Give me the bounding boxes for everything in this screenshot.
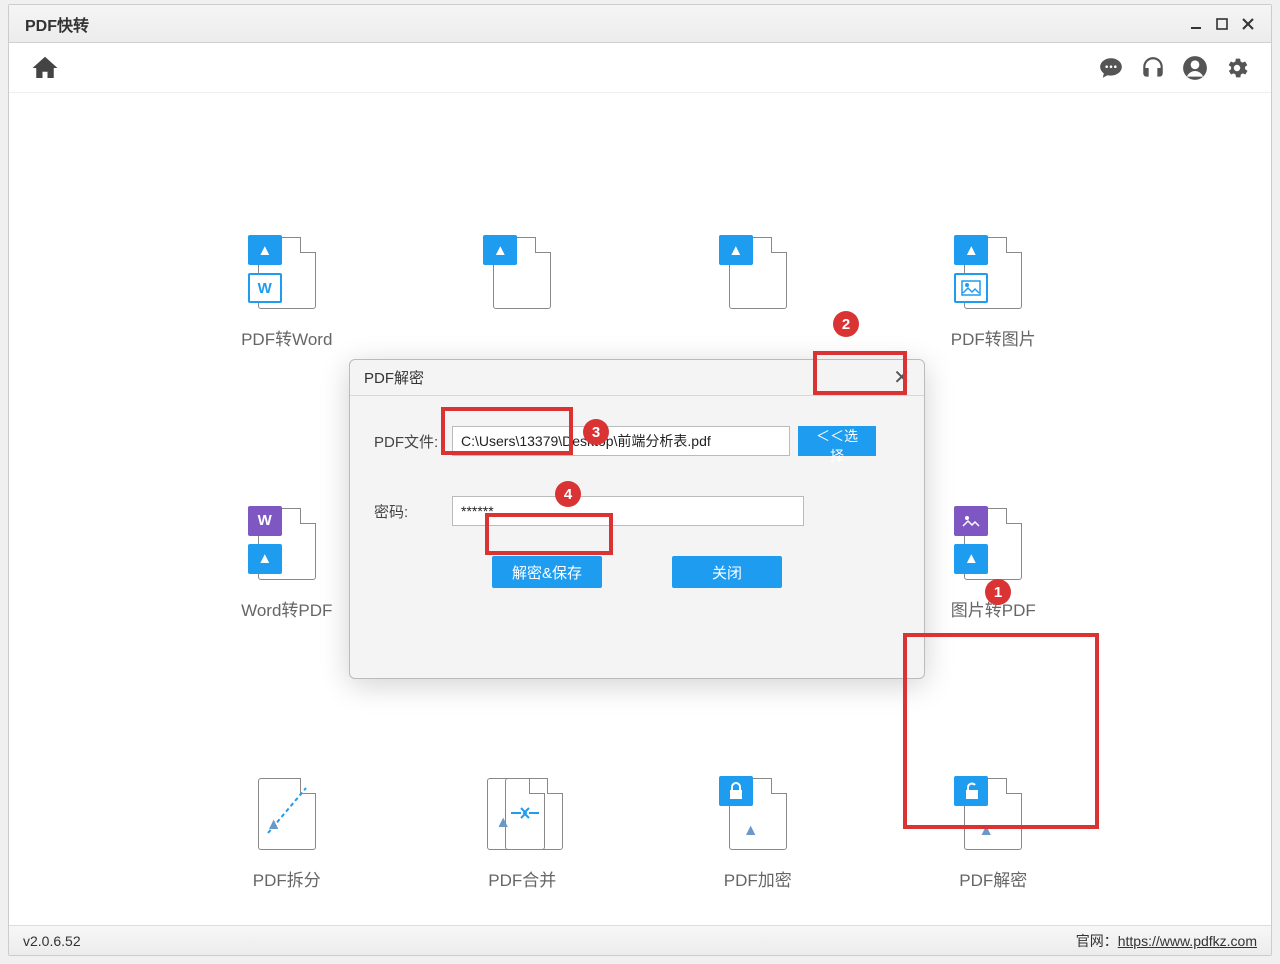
feature-label: PDF转Word xyxy=(241,325,332,350)
headphones-icon[interactable] xyxy=(1137,52,1169,84)
decrypt-save-button[interactable]: 解密&保存 xyxy=(492,556,602,588)
pdf-to-image-icon: ▲ xyxy=(958,233,1028,313)
toolbar xyxy=(9,43,1271,93)
site-label: 官网： xyxy=(1076,931,1118,951)
app-window: PDF快转 ▲W PDF转Word ▲ ▲ xyxy=(8,4,1272,956)
feature-label: Word转PDF xyxy=(241,596,332,621)
password-input[interactable] xyxy=(452,496,804,526)
feature-pdf-merge[interactable]: ▲ PDF合并 xyxy=(405,774,641,925)
pdf-to-word-icon: ▲W xyxy=(252,233,322,313)
maximize-button[interactable] xyxy=(1209,11,1235,37)
pdf-merge-icon: ▲ xyxy=(487,774,557,854)
pdf-glyph-icon: ▲ xyxy=(743,822,759,840)
status-bar: v2.0.6.52 官网： https://www.pdfkz.com xyxy=(9,925,1271,955)
feature-label: PDF拆分 xyxy=(253,866,321,891)
file-path-input[interactable] xyxy=(452,426,790,456)
minimize-button[interactable] xyxy=(1183,11,1209,37)
image-to-pdf-icon: ▲ xyxy=(958,504,1028,584)
password-label: 密码: xyxy=(374,501,452,522)
pdf-icon: ▲ xyxy=(487,233,557,313)
file-label: PDF文件: xyxy=(374,431,452,452)
pdf-icon: ▲ xyxy=(723,233,793,313)
content-area: ▲W PDF转Word ▲ ▲ ▲ PDF转图片 W▲ Word转PDF xyxy=(9,93,1271,925)
titlebar: PDF快转 xyxy=(9,5,1271,43)
app-title: PDF快转 xyxy=(25,12,89,36)
dialog-header: PDF解密 ✕ xyxy=(350,360,924,396)
pdf-glyph-icon: ▲ xyxy=(978,822,994,840)
gear-icon[interactable] xyxy=(1221,52,1253,84)
feature-label: PDF转图片 xyxy=(951,325,1036,350)
home-button[interactable] xyxy=(27,50,63,86)
dialog-actions: 解密&保存 关闭 xyxy=(374,556,900,588)
feature-pdf-split[interactable]: ▲ PDF拆分 xyxy=(169,774,405,925)
user-icon[interactable] xyxy=(1179,52,1211,84)
feature-label: PDF解密 xyxy=(959,866,1027,891)
feature-label: 图片转PDF xyxy=(951,596,1036,621)
version-label: v2.0.6.52 xyxy=(23,933,81,949)
pdf-split-icon: ▲ xyxy=(252,774,322,854)
close-button[interactable] xyxy=(1235,11,1261,37)
password-row: 密码: xyxy=(374,496,900,526)
feature-pdf-decrypt[interactable]: ▲ PDF解密 xyxy=(876,774,1112,925)
pdf-encrypt-icon: ▲ xyxy=(723,774,793,854)
dialog-close-button[interactable]: ✕ xyxy=(893,365,910,390)
feature-pdf-encrypt[interactable]: ▲ PDF加密 xyxy=(640,774,876,925)
pdf-decrypt-icon: ▲ xyxy=(958,774,1028,854)
word-to-pdf-icon: W▲ xyxy=(252,504,322,584)
dialog-cancel-button[interactable]: 关闭 xyxy=(672,556,782,588)
site-url[interactable]: https://www.pdfkz.com xyxy=(1118,933,1257,949)
select-file-button[interactable]: ＜＜选择 xyxy=(798,426,876,456)
chat-icon[interactable] xyxy=(1095,52,1127,84)
feature-label: PDF加密 xyxy=(724,866,792,891)
pdf-glyph-icon: ▲ xyxy=(266,816,282,834)
file-row: PDF文件: ＜＜选择 xyxy=(374,426,900,456)
dialog-title: PDF解密 xyxy=(364,367,424,388)
decrypt-dialog: PDF解密 ✕ PDF文件: ＜＜选择 密码: 解密&保存 关闭 xyxy=(349,359,925,679)
feature-label: PDF合并 xyxy=(488,866,556,891)
